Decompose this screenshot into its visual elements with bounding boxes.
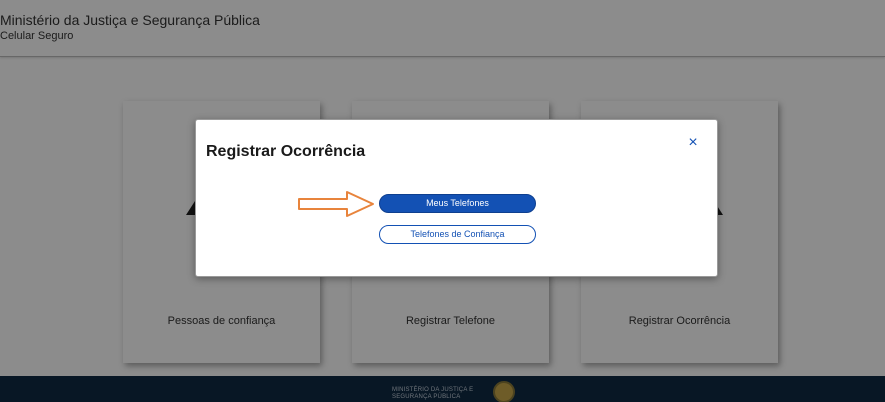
modal-title: Registrar Ocorrência: [206, 143, 366, 160]
telefones-de-confianca-button[interactable]: Telefones de Confiança: [379, 225, 536, 244]
annotation-arrow-icon: [298, 191, 374, 217]
modal-registrar-ocorrencia: Registrar Ocorrência × Meus Telefones Te…: [195, 119, 718, 277]
close-icon[interactable]: ×: [684, 134, 702, 152]
meus-telefones-button[interactable]: Meus Telefones: [379, 194, 536, 213]
